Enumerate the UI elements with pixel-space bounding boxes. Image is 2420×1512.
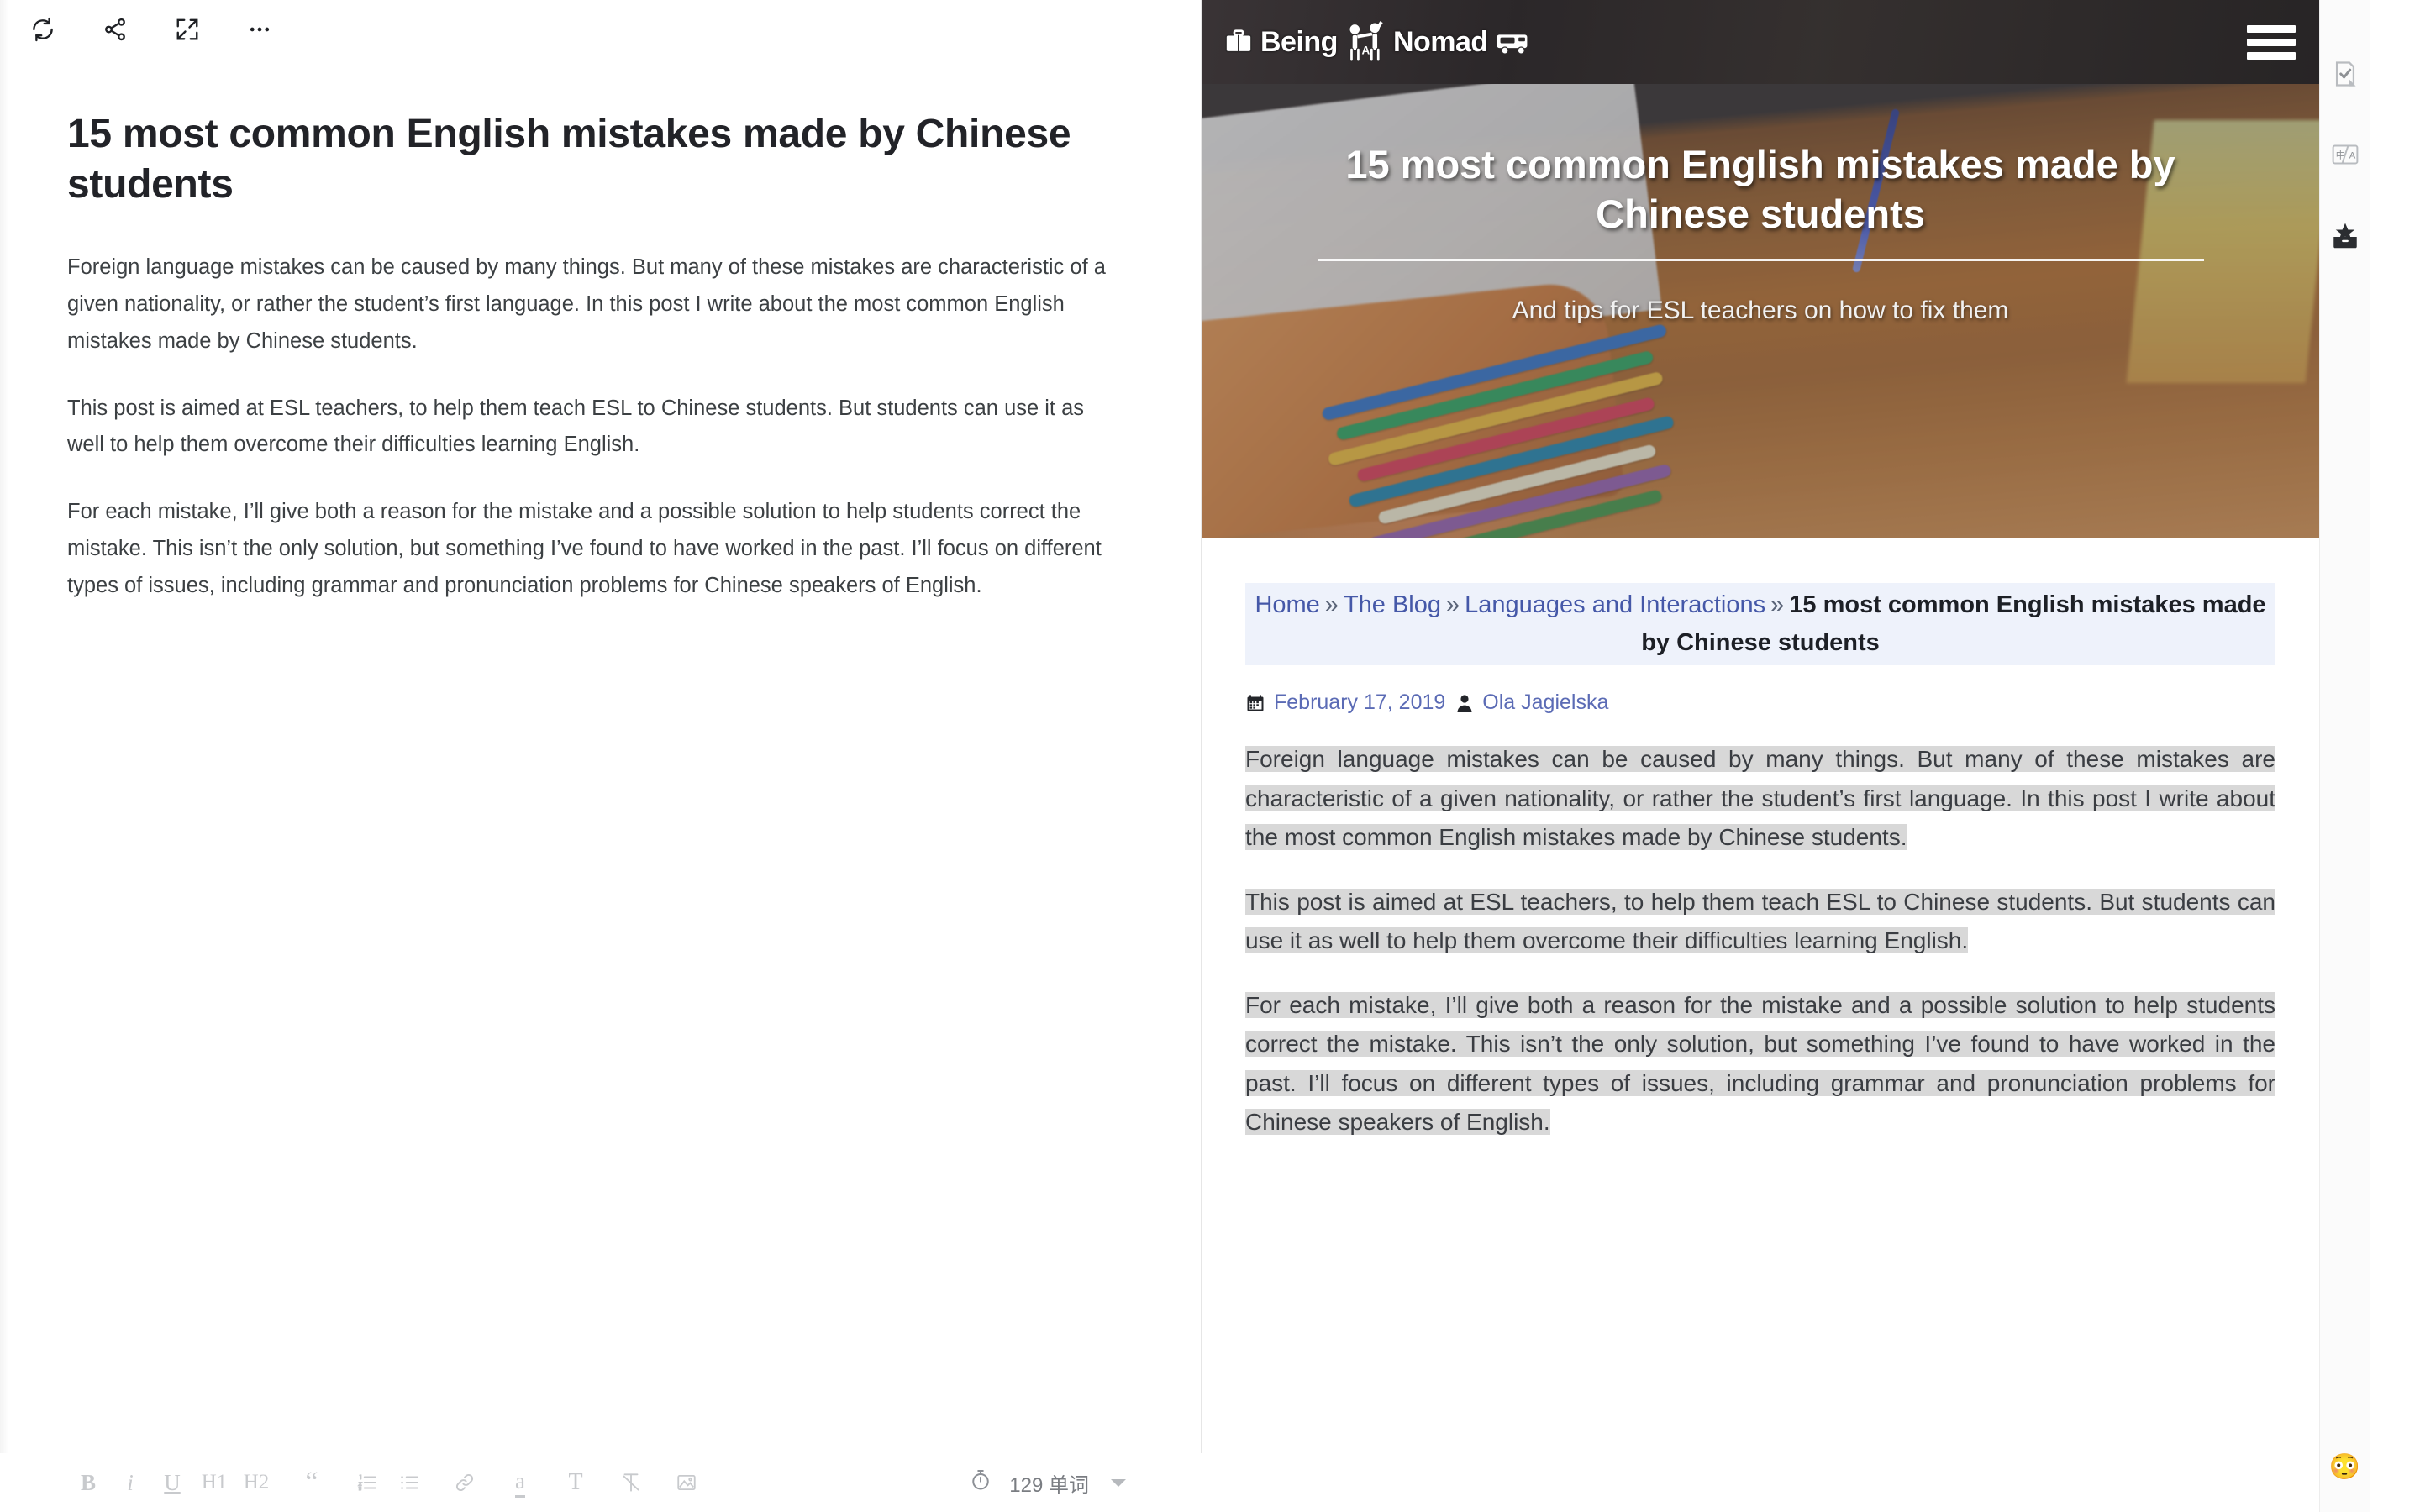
post-author[interactable]: Ola Jagielska <box>1455 690 1608 715</box>
clear-format-button[interactable] <box>610 1462 652 1503</box>
hero-divider <box>1317 259 2204 262</box>
hero-subtitle: And tips for ESL teachers on how to fix … <box>1512 297 2009 325</box>
hamburger-bar <box>2247 51 2296 60</box>
chevron-down-icon[interactable] <box>1111 1478 1126 1487</box>
article-paragraph-text: Foreign language mistakes can be caused … <box>1245 746 2275 851</box>
document-paragraph[interactable]: Foreign language mistakes can be caused … <box>67 249 1113 360</box>
editor-format-toolbar: B i U H1 H2 “ a T 129 单词 <box>0 1453 1202 1512</box>
hamburger-bar <box>2247 24 2296 33</box>
tool-rail: 中 A 😳 <box>2319 0 2370 1512</box>
format-buttons: B i U H1 H2 “ a T <box>67 1462 708 1503</box>
word-count-label: 129 单词 <box>1009 1473 1089 1497</box>
underline-button[interactable]: U <box>151 1462 193 1503</box>
bold-button[interactable]: B <box>67 1462 109 1503</box>
editor-top-toolbar <box>0 0 1202 59</box>
status-emoji: 😳 <box>2328 1453 2361 1481</box>
logo-text-nomad: Nomad <box>1392 25 1488 58</box>
translate-icon[interactable]: 中 A <box>2327 136 2364 173</box>
ordered-list-button[interactable] <box>346 1462 388 1503</box>
link-button[interactable] <box>444 1462 486 1503</box>
text-style-button[interactable]: T <box>555 1462 597 1503</box>
word-count-status[interactable]: 129 单词 <box>969 1468 1176 1498</box>
two-people-icon: A <box>1343 20 1388 64</box>
editor-pane: 15 most common English mistakes made by … <box>0 0 1202 1512</box>
article-body: Home» The Blog» Languages and Interactions… <box>1202 538 2319 1142</box>
svg-text:中: 中 <box>2335 150 2344 160</box>
archive-star-icon[interactable] <box>2327 217 2364 254</box>
calendar-icon <box>1245 693 1265 713</box>
breadcrumb-link-languages-and-interactions[interactable]: Languages and Interactions <box>1465 591 1765 618</box>
app-window: 15 most common English mistakes made by … <box>0 0 2420 1512</box>
heading-1-label: H1 <box>201 1471 228 1494</box>
share-icon[interactable] <box>96 10 134 49</box>
underline-label: U <box>164 1469 181 1495</box>
heading-2-button[interactable]: H2 <box>235 1462 277 1503</box>
highlight-button[interactable]: a <box>499 1462 541 1503</box>
article-paragraph: This post is aimed at ESL teachers, to h… <box>1245 883 2275 961</box>
logo-text-being: Being <box>1260 25 1338 58</box>
user-icon <box>1455 693 1474 713</box>
insert-image-button[interactable] <box>666 1462 708 1503</box>
timer-icon <box>969 1468 992 1498</box>
italic-label: i <box>127 1469 134 1495</box>
hero-text-block: 15 most common English mistakes made by … <box>1202 84 2319 538</box>
hero-banner: 15 most common English mistakes made by … <box>1202 84 2319 538</box>
site-logo[interactable]: Being A Nomad <box>1222 20 1534 64</box>
more-options-icon[interactable] <box>240 10 279 49</box>
post-meta: February 17, 2019 Ola Jagielska <box>1245 690 2275 715</box>
preview-pane: Being A Nomad 15 most common English mis… <box>1202 0 2370 1512</box>
bullet-list-button[interactable] <box>388 1462 430 1503</box>
svg-text:A: A <box>2349 150 2355 160</box>
italic-button[interactable]: i <box>109 1462 151 1503</box>
fullscreen-icon[interactable] <box>168 10 207 49</box>
document-paragraph[interactable]: This post is aimed at ESL teachers, to h… <box>67 391 1113 465</box>
breadcrumb: Home» The Blog» Languages and Interactions… <box>1245 583 2275 666</box>
website-preview: Being A Nomad 15 most common English mis… <box>1202 0 2319 1512</box>
site-header: Being A Nomad <box>1202 0 2319 84</box>
document-check-icon[interactable] <box>2327 55 2364 92</box>
highlight-label: a <box>515 1468 525 1498</box>
blockquote-label: “ <box>305 1467 318 1498</box>
article-paragraph: Foreign language mistakes can be caused … <box>1245 740 2275 857</box>
breadcrumb-separator: » <box>1770 591 1785 618</box>
breadcrumb-separator: » <box>1446 591 1460 618</box>
post-author-label: Ola Jagielska <box>1482 690 1609 715</box>
article-paragraph: For each mistake, I’ll give both a reaso… <box>1245 986 2275 1142</box>
document-title[interactable]: 15 most common English mistakes made by … <box>67 109 1101 211</box>
breadcrumb-link-home[interactable]: Home <box>1255 591 1319 618</box>
editor-document[interactable]: 15 most common English mistakes made by … <box>0 59 1202 1453</box>
post-date[interactable]: February 17, 2019 <box>1245 690 1445 715</box>
camper-van-icon <box>1493 28 1534 56</box>
blockquote-button[interactable]: “ <box>291 1462 333 1503</box>
heading-2-label: H2 <box>243 1471 270 1494</box>
article-paragraph-text: This post is aimed at ESL teachers, to h… <box>1245 888 2275 954</box>
hamburger-bar <box>2247 38 2296 46</box>
heading-1-button[interactable]: H1 <box>193 1462 235 1503</box>
post-date-label: February 17, 2019 <box>1274 690 1446 715</box>
hero-title: 15 most common English mistakes made by … <box>1345 142 2175 237</box>
bold-label: B <box>80 1469 96 1495</box>
hamburger-menu-icon[interactable] <box>2247 24 2296 60</box>
article-paragraph-text: For each mistake, I’ll give both a reaso… <box>1245 991 2275 1136</box>
text-style-label: T <box>568 1469 583 1495</box>
breadcrumb-link-the-blog[interactable]: The Blog <box>1344 591 1441 618</box>
suitcase-icon <box>1222 25 1255 59</box>
breadcrumb-separator: » <box>1324 591 1339 618</box>
svg-text:A: A <box>1362 44 1370 56</box>
document-paragraph[interactable]: For each mistake, I’ll give both a reaso… <box>67 494 1113 605</box>
refresh-icon[interactable] <box>24 10 62 49</box>
